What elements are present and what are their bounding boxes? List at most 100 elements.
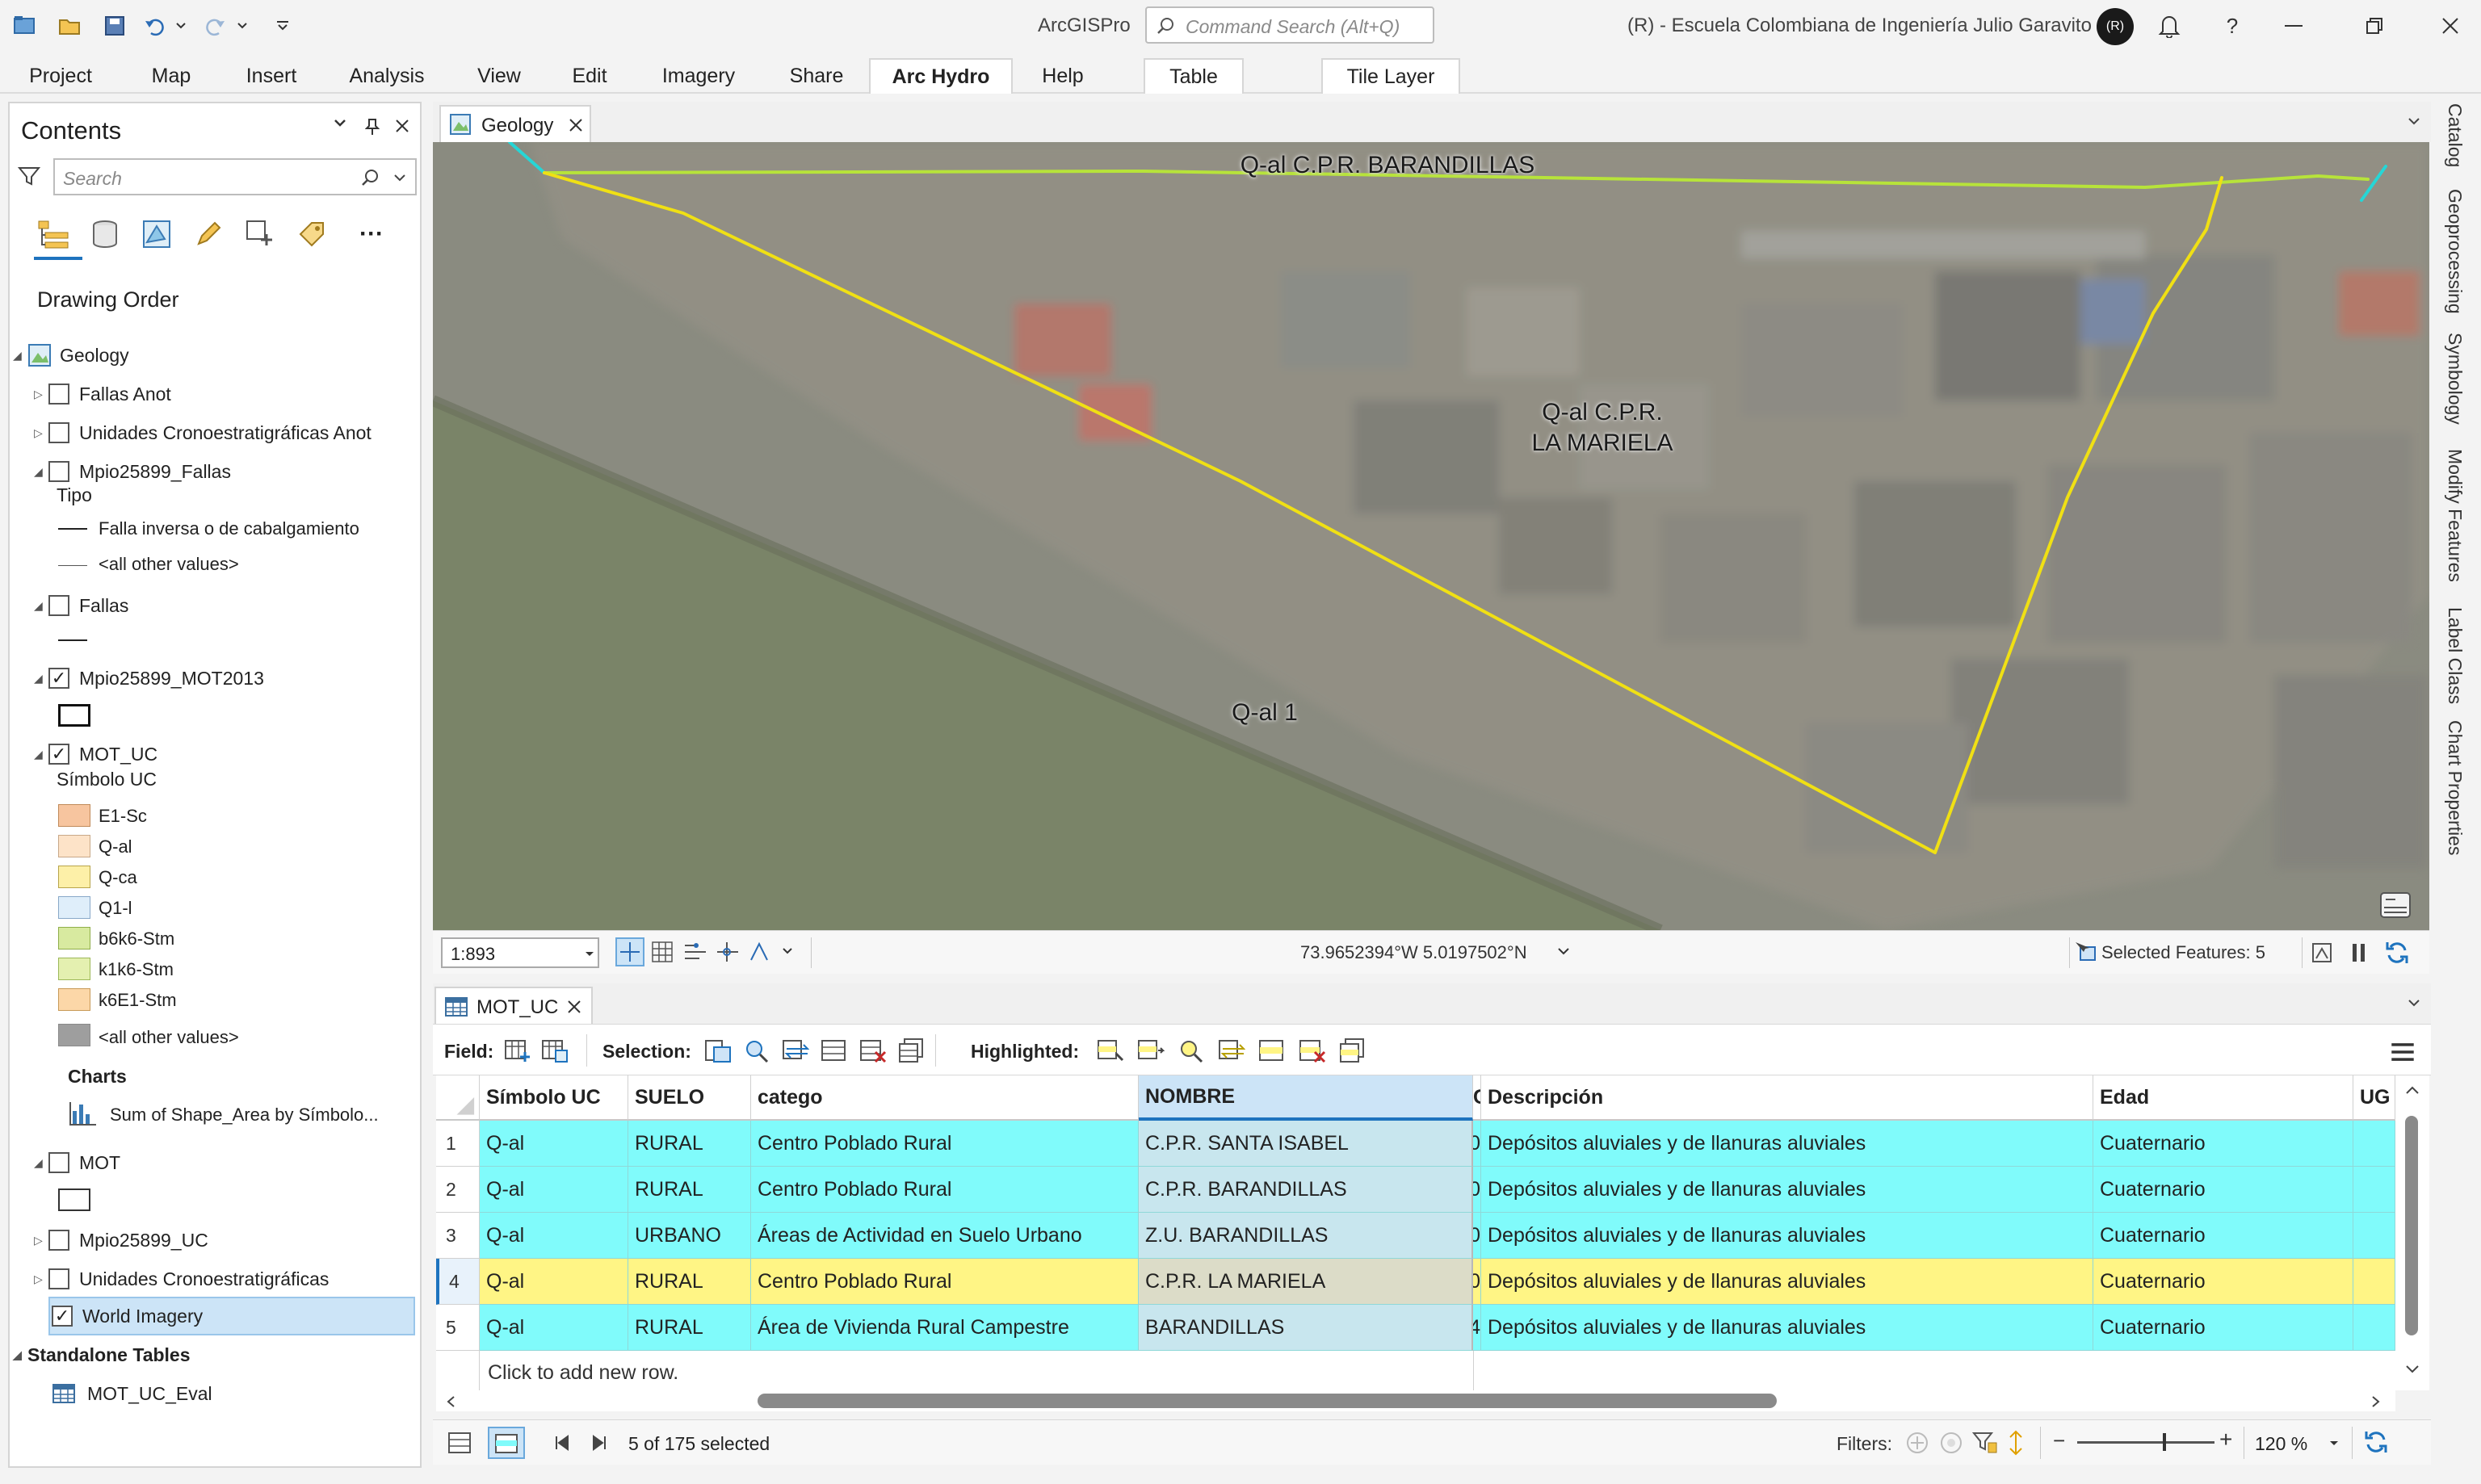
table-cell-suelo[interactable]: URBANO (628, 1213, 751, 1259)
layer-visibility-checkbox[interactable] (48, 1268, 69, 1289)
table-cell-simbolo[interactable]: Q-al (480, 1259, 628, 1305)
refresh-icon[interactable] (2384, 941, 2410, 965)
table-cell-simbolo[interactable]: Q-al (480, 1305, 628, 1351)
list-by-editing-icon[interactable] (189, 215, 228, 254)
attribute-table-tab[interactable]: MOT_UC (434, 987, 593, 1024)
redo-dropdown-icon[interactable] (233, 10, 252, 42)
table-cell-ug[interactable] (2353, 1259, 2395, 1305)
add-new-row[interactable]: Click to add new row. (488, 1361, 678, 1385)
grid-icon[interactable] (651, 941, 674, 963)
row-number[interactable]: 2 (436, 1167, 480, 1213)
collapse-icon[interactable]: ◢ (34, 465, 48, 479)
expand-icon[interactable]: ▷ (34, 426, 48, 440)
layer-visibility-checkbox[interactable]: ✓ (52, 1306, 73, 1327)
side-tab-label-class[interactable]: Label Class (2444, 607, 2466, 704)
clear-selection-icon[interactable] (821, 1038, 848, 1063)
table-cell-ug[interactable] (2353, 1305, 2395, 1351)
table-cell-edad[interactable]: Cuaternario (2093, 1259, 2353, 1305)
close-window-icon[interactable] (2433, 10, 2468, 42)
standalone-tables-group[interactable]: ◢ Standalone Tables (13, 1337, 191, 1373)
chevron-down-icon[interactable] (2407, 998, 2421, 1009)
table-cell-c[interactable]: 4 (1473, 1305, 1481, 1351)
avatar[interactable]: (R) (2097, 8, 2134, 45)
row-number[interactable]: 5 (436, 1305, 480, 1351)
tab-insert[interactable]: Insert (234, 58, 309, 94)
column-header-simbolo-uc[interactable]: Símbolo UC (480, 1075, 628, 1121)
select-all-corner[interactable] (436, 1075, 480, 1121)
table-cell-catego[interactable]: Área de Vivienda Rural Campestre (751, 1305, 1139, 1351)
table-item-mot-uc-eval[interactable]: MOT_UC_Eval (52, 1376, 212, 1411)
layer-item-mot[interactable]: ◢ MOT (34, 1145, 120, 1180)
fixed-zoom-icon[interactable] (615, 937, 644, 966)
project-icon[interactable] (8, 10, 40, 42)
chevron-down-icon[interactable] (782, 947, 793, 955)
restore-icon[interactable] (2357, 10, 2392, 42)
table-cell-c[interactable]: 0 (1473, 1259, 1481, 1305)
chevron-down-icon[interactable] (2407, 116, 2421, 128)
open-icon[interactable] (53, 10, 86, 42)
table-cell-descripcion[interactable]: Depósitos aluviales y de llanuras aluvia… (1481, 1121, 2093, 1167)
notifications-bell-icon[interactable] (2151, 10, 2187, 42)
table-cell-ug[interactable] (2353, 1121, 2395, 1167)
add-field-icon[interactable] (504, 1038, 531, 1063)
table-cell-nombre[interactable]: C.P.R. LA MARIELA (1139, 1259, 1473, 1305)
chevron-down-icon[interactable] (585, 950, 594, 958)
column-header-suelo[interactable]: SUELO (628, 1075, 751, 1121)
close-pane-icon[interactable] (394, 118, 410, 134)
pin-icon[interactable] (365, 118, 380, 136)
contents-search-input[interactable]: Search (53, 158, 417, 195)
pan-to-highlighted-icon[interactable] (1137, 1038, 1165, 1063)
zoom-to-selection-icon[interactable] (743, 1038, 770, 1063)
horizontal-scroll-thumb[interactable] (758, 1394, 1777, 1408)
help-icon[interactable]: ? (2214, 10, 2250, 42)
map-navigation-icon[interactable] (2311, 942, 2332, 963)
table-cell-edad[interactable]: Cuaternario (2093, 1121, 2353, 1167)
customize-qat-icon[interactable] (267, 10, 299, 42)
delete-highlighted-icon[interactable] (1299, 1038, 1326, 1063)
table-row[interactable]: 5 Q-al RURAL Área de Vivienda Rural Campest… (436, 1305, 2395, 1351)
table-cell-simbolo[interactable]: Q-al (480, 1121, 628, 1167)
table-row[interactable]: 4 Q-al RURAL Centro Poblado Rural C.P.R. LA … (436, 1259, 2395, 1305)
chevron-down-icon[interactable] (393, 173, 407, 184)
list-by-source-icon[interactable] (86, 215, 124, 254)
search-icon[interactable] (360, 168, 380, 187)
table-row[interactable]: 1 Q-al RURAL Centro Poblado Rural C.P.R. SAN… (436, 1121, 2395, 1167)
tab-analysis[interactable]: Analysis (339, 58, 434, 94)
more-options-icon[interactable]: ··· (352, 215, 391, 254)
pause-drawing-icon[interactable] (2350, 942, 2368, 963)
layer-item-fallas[interactable]: ◢ Fallas (34, 588, 128, 623)
list-by-selection-icon[interactable] (137, 215, 176, 254)
unhighlight-icon[interactable] (1258, 1038, 1286, 1063)
row-number[interactable]: 1 (436, 1121, 480, 1167)
copy-selection-icon[interactable] (898, 1038, 926, 1063)
correction-icon[interactable] (748, 941, 772, 963)
column-header-nombre[interactable]: NOMBRE (1139, 1075, 1473, 1121)
scroll-down-icon[interactable] (2405, 1365, 2420, 1374)
layer-visibility-checkbox[interactable]: ✓ (48, 744, 69, 765)
layer-visibility-checkbox[interactable] (48, 595, 69, 616)
table-cell-edad[interactable]: Cuaternario (2093, 1167, 2353, 1213)
vertical-scrollbar[interactable] (2395, 1075, 2429, 1390)
constraints-icon[interactable] (716, 941, 740, 963)
layer-item-world-imagery[interactable]: ✓ World Imagery (52, 1298, 203, 1334)
side-tab-symbology[interactable]: Symbology (2444, 333, 2466, 425)
column-header-edad[interactable]: Edad (2093, 1075, 2353, 1121)
side-tab-geoprocessing[interactable]: Geoprocessing (2444, 189, 2466, 314)
layer-item-fallas-anot[interactable]: ▷ Fallas Anot (34, 376, 171, 412)
table-cell-suelo[interactable]: RURAL (628, 1167, 751, 1213)
table-row[interactable]: 2 Q-al RURAL Centro Poblado Rural C.P.R. BAR… (436, 1167, 2395, 1213)
column-header-c[interactable]: C (1473, 1075, 1481, 1121)
expand-icon[interactable]: ▷ (34, 1234, 48, 1247)
row-number[interactable]: 3 (436, 1213, 480, 1259)
table-cell-nombre[interactable]: C.P.R. SANTA ISABEL (1139, 1121, 1473, 1167)
scroll-left-icon[interactable] (446, 1395, 455, 1408)
table-cell-simbolo[interactable]: Q-al (480, 1213, 628, 1259)
layer-item-mpio25899-uc[interactable]: ▷ Mpio25899_UC (34, 1222, 208, 1258)
table-options-menu-icon[interactable] (2389, 1039, 2416, 1065)
collapse-icon[interactable]: ◢ (34, 748, 48, 761)
table-cell-descripcion[interactable]: Depósitos aluviales y de llanuras aluvia… (1481, 1305, 2093, 1351)
first-record-icon[interactable] (554, 1435, 570, 1451)
table-cell-descripcion[interactable]: Depósitos aluviales y de llanuras aluvia… (1481, 1259, 2093, 1305)
layer-item-unidades-cronoestratigraficas[interactable]: ▷ Unidades Cronoestratigráficas (34, 1261, 329, 1297)
tab-arc-hydro[interactable]: Arc Hydro (869, 58, 1013, 94)
